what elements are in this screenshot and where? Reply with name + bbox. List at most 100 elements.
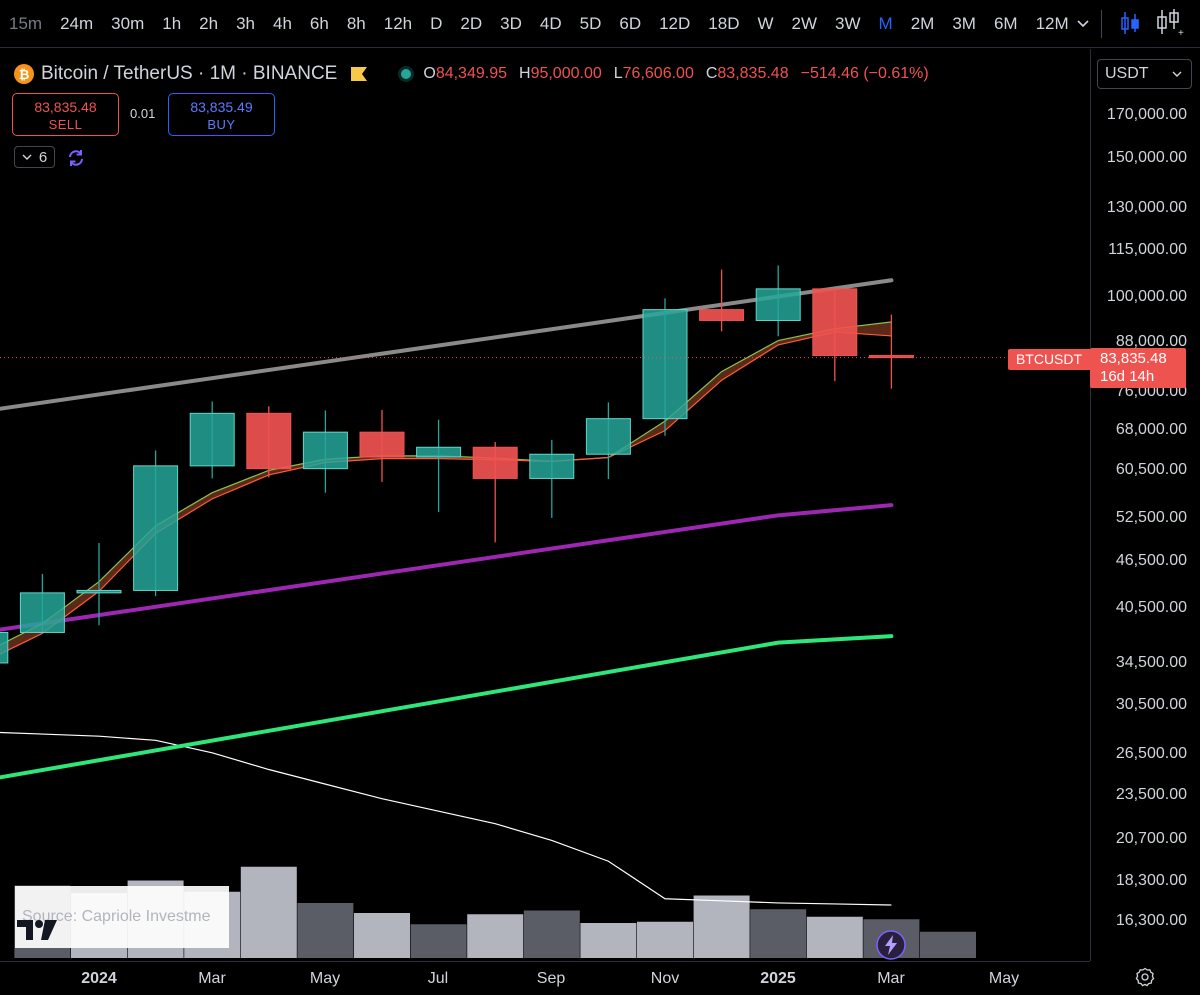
volume-bar <box>523 910 580 958</box>
sell-price: 83,835.48 <box>34 99 97 115</box>
candle-body <box>529 453 575 479</box>
volume-bar <box>806 916 863 958</box>
candle-body <box>302 431 348 470</box>
price-label: 68,000.00 <box>1115 421 1187 438</box>
volume-bar <box>354 913 410 958</box>
price-label: 46,500.00 <box>1115 552 1187 569</box>
indicators-toggle[interactable]: 6 <box>14 146 55 168</box>
candle-body <box>359 431 405 458</box>
candle-body <box>755 288 801 321</box>
lightning-icon[interactable] <box>875 929 907 961</box>
buy-button[interactable]: 83,835.49 BUY <box>168 93 275 136</box>
volume-bar <box>297 903 354 958</box>
price-label: 150,000.00 <box>1106 149 1187 166</box>
tradingview-logo-icon <box>17 920 57 940</box>
currency-select[interactable]: USDT <box>1097 59 1192 89</box>
time-axis[interactable]: 2024 Mar May Jul Sep Nov 2025 Mar May <box>0 961 1090 995</box>
price-axis[interactable]: USDT 170,000.00 150,000.00 130,000.00 115,0… <box>1090 49 1200 961</box>
chart-pane[interactable] <box>0 49 1090 961</box>
candle-body <box>133 465 179 591</box>
indicator-series-line <box>0 731 892 906</box>
trend-line <box>0 634 894 780</box>
timeframe-5d[interactable]: 5D <box>571 0 611 48</box>
candle-body <box>76 589 122 594</box>
timeframe-15m[interactable]: 15m <box>0 0 51 48</box>
timeframe-d[interactable]: D <box>421 0 451 48</box>
price-label: 34,500.00 <box>1115 654 1187 671</box>
timeframe-m[interactable]: M <box>870 0 902 48</box>
volume-bar <box>410 924 467 958</box>
timeframe-3w[interactable]: 3W <box>826 0 870 48</box>
sync-icon[interactable] <box>66 148 86 168</box>
timeframe-12m[interactable]: 12M <box>1027 0 1078 48</box>
volume-bar <box>750 909 807 958</box>
flag-icon[interactable] <box>351 67 368 81</box>
price-label: 52,500.00 <box>1115 509 1187 526</box>
high-value: H95,000.00 <box>519 65 602 82</box>
chevron-down-icon <box>1172 71 1182 77</box>
candle-body <box>585 418 631 455</box>
price-label: 30,500.00 <box>1115 696 1187 713</box>
timeframe-3d[interactable]: 3D <box>491 0 531 48</box>
timeframe-3m[interactable]: 3M <box>943 0 985 48</box>
candle-body <box>472 446 518 479</box>
timeframe-12d[interactable]: 12D <box>650 0 699 48</box>
price-label: 170,000.00 <box>1106 106 1187 123</box>
chart-canvas[interactable] <box>0 49 1090 961</box>
price-label: 60,500.00 <box>1115 461 1187 478</box>
buy-label: BUY <box>207 117 236 132</box>
timeframe-1h[interactable]: 1h <box>153 0 190 48</box>
price-label: 20,700.00 <box>1115 830 1187 847</box>
last-price: 83,835.48 <box>1100 350 1167 367</box>
price-label: 100,000.00 <box>1106 288 1187 305</box>
candles-icon[interactable] <box>1119 9 1141 37</box>
timeframe-4h[interactable]: 4h <box>264 0 301 48</box>
price-label: 16,300.00 <box>1115 912 1187 929</box>
bars-icon[interactable]: + <box>1154 7 1184 37</box>
timeframe-6d[interactable]: 6D <box>610 0 650 48</box>
price-change: −514.46 (−0.61%) <box>800 65 929 82</box>
timeframe-2m[interactable]: 2M <box>902 0 944 48</box>
timeframe-8h[interactable]: 8h <box>338 0 375 48</box>
symbol-legend: ₿ Bitcoin / TetherUS · 1M · BINANCE O84,… <box>14 62 929 86</box>
gear-icon[interactable] <box>1135 967 1155 987</box>
volume-bar <box>920 931 976 958</box>
timeframe-list: 15m 24m 30m 1h 2h 3h 4h 6h 8h 12h D 2D 3D 4D 5D 6D 12D 18… <box>0 0 1078 48</box>
timeframe-12h[interactable]: 12h <box>375 0 421 48</box>
price-label: 40,500.00 <box>1115 599 1187 616</box>
timeframe-w[interactable]: W <box>748 0 782 48</box>
time-label: 2024 <box>81 970 117 987</box>
volume-bar <box>467 914 524 958</box>
timeframe-30m[interactable]: 30m <box>102 0 153 48</box>
sell-label: SELL <box>48 117 83 132</box>
timeframe-24m[interactable]: 24m <box>51 0 102 48</box>
price-label: 26,500.00 <box>1115 745 1187 762</box>
candle-body <box>699 309 745 321</box>
volume-bar <box>693 895 750 958</box>
timeframe-3h[interactable]: 3h <box>227 0 264 48</box>
chevron-down-icon[interactable] <box>1074 13 1092 33</box>
price-label: 115,000.00 <box>1108 241 1187 258</box>
timeframe-18d[interactable]: 18D <box>699 0 748 48</box>
timeframe-2w[interactable]: 2W <box>783 0 827 48</box>
sell-button[interactable]: 83,835.48 SELL <box>12 93 119 136</box>
volume-bar <box>240 866 297 958</box>
timeframe-6m[interactable]: 6M <box>985 0 1027 48</box>
timeframe-4d[interactable]: 4D <box>531 0 571 48</box>
timeframe-2d[interactable]: 2D <box>451 0 491 48</box>
timeframe-toolbar: 15m 24m 30m 1h 2h 3h 4h 6h 8h 12h D 2D 3D 4D 5D 6D 12D 18… <box>0 0 1200 48</box>
symbol-title[interactable]: Bitcoin / TetherUS · 1M · BINANCE <box>41 63 337 85</box>
candle-body <box>812 288 858 357</box>
timeframe-6h[interactable]: 6h <box>301 0 338 48</box>
candle-body <box>189 412 235 467</box>
time-label: Mar <box>877 970 905 987</box>
time-label: May <box>988 970 1020 987</box>
price-label: 18,300.00 <box>1115 872 1187 889</box>
price-label: 23,500.00 <box>1115 786 1187 803</box>
timeframe-2h[interactable]: 2h <box>190 0 227 48</box>
volume-bar <box>580 923 637 958</box>
time-label: 2025 <box>760 970 796 987</box>
open-value: O84,349.95 <box>423 65 507 82</box>
candle-body <box>246 412 292 470</box>
close-value: C83,835.48 <box>705 65 789 82</box>
